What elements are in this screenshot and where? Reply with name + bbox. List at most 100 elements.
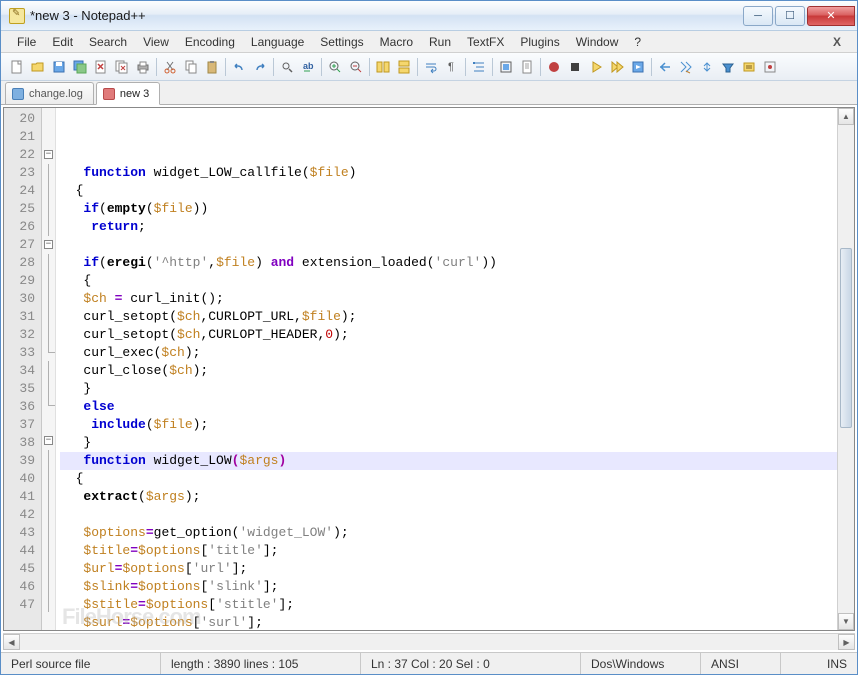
line-number[interactable]: 24 (4, 182, 35, 200)
line-number[interactable]: 46 (4, 578, 35, 596)
menu-search[interactable]: Search (81, 33, 135, 51)
vertical-scrollbar[interactable]: ▲ ▼ (837, 108, 854, 630)
print-icon[interactable] (133, 57, 153, 77)
status-eol[interactable]: Dos\Windows (581, 653, 701, 674)
menu-macro[interactable]: Macro (372, 33, 421, 51)
code-line[interactable] (60, 236, 837, 254)
line-number[interactable]: 38 (4, 434, 35, 452)
line-number[interactable]: 29 (4, 272, 35, 290)
code-line[interactable]: { (60, 470, 837, 488)
line-number[interactable]: 40 (4, 470, 35, 488)
menu-close-x[interactable]: X (825, 33, 849, 51)
code-line[interactable]: if(eregi('^http',$file) and extension_lo… (60, 254, 837, 272)
zoom-in-icon[interactable] (325, 57, 345, 77)
line-number[interactable]: 30 (4, 290, 35, 308)
code-line[interactable]: { (60, 182, 837, 200)
scroll-thumb[interactable] (840, 248, 852, 428)
code-line[interactable]: } (60, 380, 837, 398)
copy-icon[interactable] (181, 57, 201, 77)
code-line[interactable]: $slink=$options['slink']; (60, 578, 837, 596)
fold-toggle-icon[interactable]: − (44, 240, 53, 249)
indent-guide-icon[interactable] (469, 57, 489, 77)
doc-map-icon[interactable] (517, 57, 537, 77)
line-number[interactable]: 20 (4, 110, 35, 128)
new-file-icon[interactable] (7, 57, 27, 77)
replace-icon[interactable]: ab (298, 57, 318, 77)
scroll-left-button[interactable]: ◀ (3, 634, 20, 650)
code-line[interactable]: return; (60, 218, 837, 236)
play-macro-icon[interactable] (586, 57, 606, 77)
show-all-chars-icon[interactable]: ¶ (442, 57, 462, 77)
code-line[interactable]: curl_close($ch); (60, 362, 837, 380)
titlebar[interactable]: *new 3 - Notepad++ ─ ☐ ✕ (1, 1, 857, 31)
code-line[interactable]: curl_setopt($ch,CURLOPT_HEADER,0); (60, 326, 837, 344)
scroll-right-button[interactable]: ▶ (838, 634, 855, 650)
find-icon[interactable] (277, 57, 297, 77)
line-number[interactable]: 34 (4, 362, 35, 380)
line-number[interactable]: 22 (4, 146, 35, 164)
line-number[interactable]: 33 (4, 344, 35, 362)
code-line[interactable]: $url=$options['url']; (60, 560, 837, 578)
code-line[interactable]: $title=$options['title']; (60, 542, 837, 560)
code-line[interactable]: if(empty($file)) (60, 200, 837, 218)
fold-toggle-icon[interactable]: − (44, 150, 53, 159)
code-line[interactable] (60, 506, 837, 524)
line-number[interactable]: 39 (4, 452, 35, 470)
play-multi-icon[interactable] (607, 57, 627, 77)
status-mode[interactable]: INS (781, 653, 857, 674)
maximize-button[interactable]: ☐ (775, 6, 805, 26)
zoom-out-icon[interactable] (346, 57, 366, 77)
tb-misc4-icon[interactable] (718, 57, 738, 77)
save-icon[interactable] (49, 57, 69, 77)
menu-encoding[interactable]: Encoding (177, 33, 243, 51)
save-all-icon[interactable] (70, 57, 90, 77)
sync-h-icon[interactable] (394, 57, 414, 77)
undo-icon[interactable] (229, 57, 249, 77)
line-number[interactable]: 44 (4, 542, 35, 560)
code-line[interactable]: $ch = curl_init(); (60, 290, 837, 308)
paste-icon[interactable] (202, 57, 222, 77)
menu-textfx[interactable]: TextFX (459, 33, 512, 51)
close-button[interactable]: ✕ (807, 6, 855, 26)
user-lang-icon[interactable] (496, 57, 516, 77)
line-number[interactable]: 35 (4, 380, 35, 398)
tb-misc3-icon[interactable] (697, 57, 717, 77)
open-file-icon[interactable] (28, 57, 48, 77)
code-line[interactable]: $options=get_option('widget_LOW'); (60, 524, 837, 542)
line-number[interactable]: 43 (4, 524, 35, 542)
tb-misc2-icon[interactable] (676, 57, 696, 77)
line-number[interactable]: 31 (4, 308, 35, 326)
line-number[interactable]: 28 (4, 254, 35, 272)
tab-new-3[interactable]: new 3 (96, 82, 160, 105)
line-number[interactable]: 23 (4, 164, 35, 182)
menu-edit[interactable]: Edit (44, 33, 81, 51)
status-encoding[interactable]: ANSI (701, 653, 781, 674)
close-all-icon[interactable] (112, 57, 132, 77)
wrap-icon[interactable] (421, 57, 441, 77)
menu-window[interactable]: Window (568, 33, 627, 51)
line-number[interactable]: 32 (4, 326, 35, 344)
menu-[interactable]: ? (626, 33, 649, 51)
line-number[interactable]: 26 (4, 218, 35, 236)
menu-file[interactable]: File (9, 33, 44, 51)
redo-icon[interactable] (250, 57, 270, 77)
code-line[interactable]: function widget_LOW($args) (60, 452, 837, 470)
code-line[interactable]: function widget_LOW_callfile($file) (60, 164, 837, 182)
line-number-gutter[interactable]: 2021222324252627282930313233343536373839… (4, 108, 42, 630)
fold-toggle-icon[interactable]: − (44, 436, 53, 445)
menu-plugins[interactable]: Plugins (512, 33, 567, 51)
menu-view[interactable]: View (135, 33, 177, 51)
scroll-up-button[interactable]: ▲ (838, 108, 854, 125)
tb-misc5-icon[interactable] (739, 57, 759, 77)
line-number[interactable]: 21 (4, 128, 35, 146)
line-number[interactable]: 42 (4, 506, 35, 524)
menu-language[interactable]: Language (243, 33, 312, 51)
stop-macro-icon[interactable] (565, 57, 585, 77)
line-number[interactable]: 27 (4, 236, 35, 254)
code-area[interactable]: function widget_LOW_callfile($file) { if… (56, 108, 837, 630)
horizontal-scrollbar[interactable]: ◀ ▶ (3, 633, 855, 650)
record-macro-icon[interactable] (544, 57, 564, 77)
tab-change.log[interactable]: change.log (5, 82, 94, 104)
line-number[interactable]: 37 (4, 416, 35, 434)
tb-misc6-icon[interactable] (760, 57, 780, 77)
